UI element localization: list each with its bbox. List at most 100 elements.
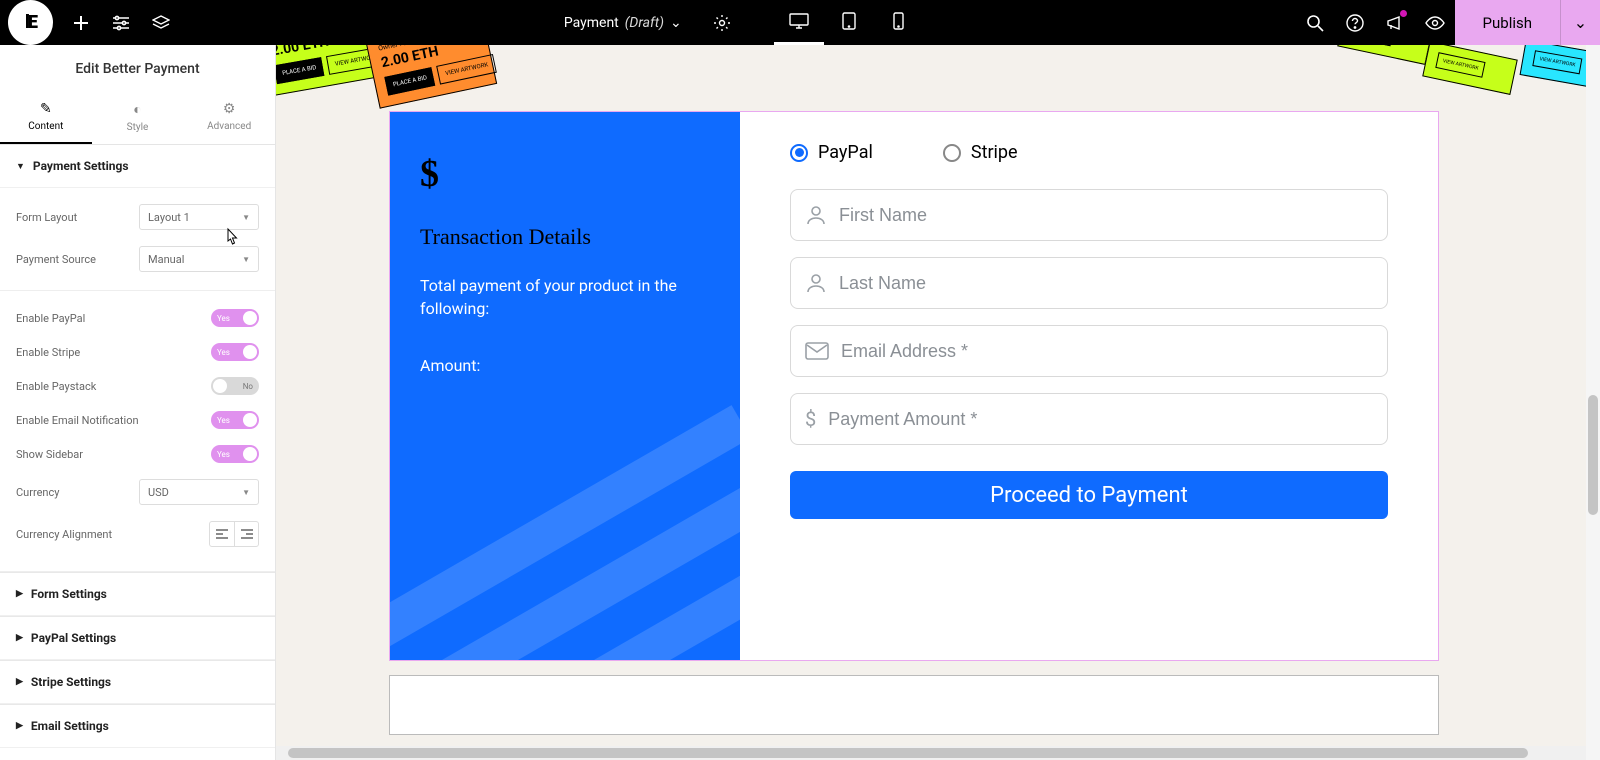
radio-stripe[interactable]: Stripe: [943, 142, 1018, 163]
align-left-button[interactable]: [210, 522, 234, 546]
align-left-icon: [216, 529, 228, 539]
chevron-down-icon: ▼: [242, 488, 250, 497]
section-form-settings[interactable]: ▶ Form Settings: [0, 572, 275, 616]
section-paypal-settings[interactable]: ▶PayPal Settings: [0, 616, 275, 660]
radio-paypal-label: PayPal: [818, 142, 873, 163]
editor-canvas[interactable]: Owner : Jonson 2.00 ETH PLACE A BIDVIEW …: [276, 45, 1600, 760]
place-bid-button[interactable]: PLACE A BID: [276, 57, 325, 84]
amount-label: Amount:: [420, 356, 710, 375]
form-layout-label: Form Layout: [16, 211, 77, 224]
better-payment-widget[interactable]: $ Transaction Details Total payment of y…: [389, 111, 1439, 661]
caret-down-icon: ▼: [16, 161, 25, 172]
enable-email-label: Enable Email Notification: [16, 414, 139, 427]
section-payment-settings[interactable]: ▼ Payment Settings: [0, 145, 275, 188]
enable-stripe-toggle[interactable]: Yes: [211, 343, 259, 361]
section-form-settings-label: Form Settings: [31, 587, 107, 601]
pencil-icon: ✎: [0, 101, 92, 117]
proceed-button[interactable]: Proceed to Payment: [790, 471, 1388, 519]
form-layout-select[interactable]: Layout 1 ▼: [139, 204, 259, 230]
first-name-field[interactable]: [790, 189, 1388, 241]
chevron-down-icon: ▼: [242, 213, 250, 222]
finder-button[interactable]: [1295, 0, 1335, 45]
device-desktop-button[interactable]: [774, 0, 824, 45]
nft-card: PLACE A BID: [1337, 45, 1433, 65]
whats-new-button[interactable]: [1375, 0, 1415, 45]
structure-button[interactable]: [141, 0, 181, 45]
enable-paypal-label: Enable PayPal: [16, 312, 85, 325]
mobile-icon: [893, 12, 904, 30]
enable-paypal-toggle[interactable]: Yes: [211, 309, 259, 327]
enable-paystack-toggle[interactable]: No: [211, 377, 259, 395]
responsive-device-group: [774, 0, 924, 45]
tab-advanced-label: Advanced: [207, 121, 251, 132]
section-stripe-settings[interactable]: ▶Stripe Settings: [0, 660, 275, 704]
section-email-settings[interactable]: ▶Email Settings: [0, 704, 275, 748]
sidebar-tabs: ✎ Content ◐ Style ⚙ Advanced: [0, 93, 275, 145]
chevron-down-icon: ⌄: [1574, 13, 1587, 32]
publish-button[interactable]: Publish: [1455, 0, 1560, 45]
enable-paystack-label: Enable Paystack: [16, 380, 96, 393]
radio-paypal[interactable]: PayPal: [790, 142, 873, 163]
place-bid-button[interactable]: PLACE A BID: [1350, 45, 1393, 46]
publish-options-button[interactable]: ⌄: [1560, 0, 1600, 45]
document-title-dropdown[interactable]: Payment (Draft) ⌄: [552, 15, 694, 31]
plus-icon: [73, 15, 89, 31]
document-name: Payment: [564, 15, 619, 31]
desktop-icon: [789, 13, 809, 29]
email-field[interactable]: [790, 325, 1388, 377]
page-settings-button[interactable]: [702, 0, 742, 45]
add-element-button[interactable]: [61, 0, 101, 45]
currency-select[interactable]: USD ▼: [139, 479, 259, 505]
payment-source-label: Payment Source: [16, 253, 96, 266]
help-icon: [1346, 14, 1364, 32]
view-artwork-button[interactable]: VIEW ARTWORK: [1435, 52, 1486, 78]
currency-label: Currency: [16, 486, 59, 499]
editor-sidebar: Edit Better Payment ✎ Content ◐ Style ⚙ …: [0, 45, 276, 760]
align-right-button[interactable]: [234, 522, 258, 546]
mail-icon: [805, 342, 829, 360]
payment-sidebar: $ Transaction Details Total payment of y…: [390, 112, 740, 660]
view-artwork-button[interactable]: VIEW ARTWORK: [437, 54, 497, 85]
show-sidebar-toggle[interactable]: Yes: [211, 445, 259, 463]
nft-card: VIEW ARTWORK: [1422, 45, 1518, 95]
caret-right-icon: ▶: [16, 589, 23, 599]
search-icon: [1306, 14, 1324, 32]
view-artwork-button[interactable]: VIEW ARTWORK: [1532, 50, 1582, 74]
payment-source-select[interactable]: Manual ▼: [139, 246, 259, 272]
dollar-icon: $: [805, 407, 816, 431]
vertical-scrollbar[interactable]: [1586, 45, 1600, 760]
sliders-icon: [112, 15, 130, 31]
tab-style-label: Style: [127, 122, 149, 133]
enable-email-toggle[interactable]: Yes: [211, 411, 259, 429]
tab-style[interactable]: ◐ Style: [92, 93, 184, 144]
device-tablet-button[interactable]: [824, 0, 874, 45]
amount-input[interactable]: [828, 409, 1373, 430]
last-name-input[interactable]: [839, 273, 1373, 294]
amount-field[interactable]: $: [790, 393, 1388, 445]
first-name-input[interactable]: [839, 205, 1373, 226]
notification-dot: [1400, 10, 1407, 17]
place-bid-button[interactable]: PLACE A BID: [384, 67, 435, 96]
help-button[interactable]: [1335, 0, 1375, 45]
email-input[interactable]: [841, 341, 1373, 362]
section-stripe-settings-label: Stripe Settings: [31, 675, 111, 689]
sidebar-title: Edit Better Payment: [0, 45, 275, 93]
tablet-icon: [842, 12, 856, 30]
preview-button[interactable]: [1415, 0, 1455, 45]
section-payment-settings-label: Payment Settings: [33, 159, 129, 173]
radio-stripe-label: Stripe: [971, 142, 1018, 163]
device-mobile-button[interactable]: [874, 0, 924, 45]
empty-section[interactable]: [389, 675, 1439, 735]
tab-advanced[interactable]: ⚙ Advanced: [183, 93, 275, 144]
gear-icon: [713, 14, 731, 32]
site-settings-button[interactable]: [101, 0, 141, 45]
payment-form: PayPal Stripe: [740, 112, 1438, 660]
decorative-stripes: [390, 405, 740, 660]
tab-content[interactable]: ✎ Content: [0, 93, 92, 144]
form-layout-value: Layout 1: [148, 211, 190, 224]
horizontal-scrollbar[interactable]: [276, 746, 1586, 760]
last-name-field[interactable]: [790, 257, 1388, 309]
currency-align-group: [209, 521, 259, 547]
currency-symbol: $: [420, 152, 710, 196]
elementor-logo[interactable]: lE: [8, 0, 53, 45]
